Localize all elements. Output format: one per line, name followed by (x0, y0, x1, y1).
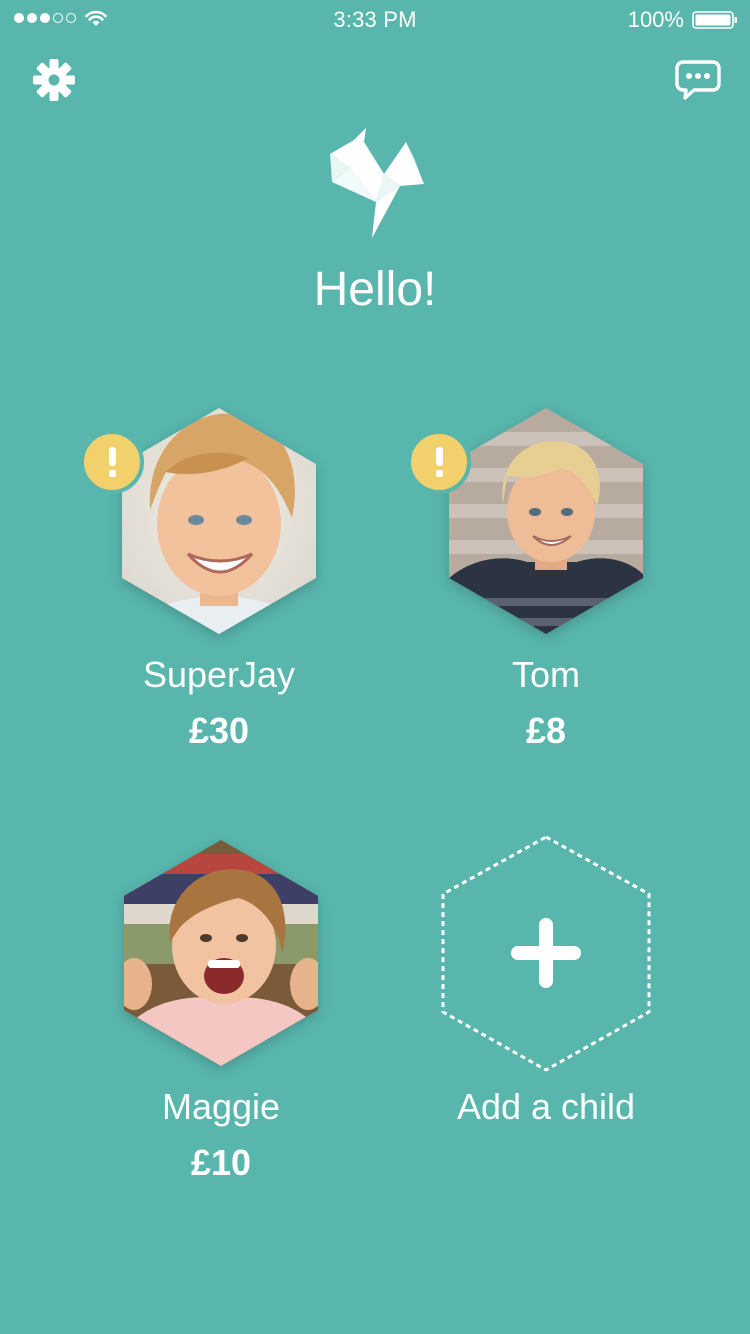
origami-bird-logo (330, 128, 424, 238)
child-card-superjay[interactable]: SuperJay £30 (80, 402, 334, 762)
battery-percentage: 100% (627, 7, 684, 32)
plus-icon (511, 918, 581, 988)
child-balance: £8 (525, 710, 567, 751)
child-card-tom[interactable]: Tom £8 (407, 402, 661, 762)
alert-badge (407, 430, 471, 494)
battery-icon (692, 11, 737, 29)
child-balance: £10 (190, 1142, 252, 1183)
add-child-hexagon (437, 834, 655, 1074)
child-name: Maggie (161, 1086, 281, 1127)
child-name: Tom (511, 654, 580, 695)
status-bar: 3:33 PM 100% (0, 0, 750, 40)
child-avatar (110, 402, 328, 640)
add-child-label: Add a child (456, 1086, 636, 1127)
child-card-maggie[interactable]: Maggie £10 (106, 834, 336, 1194)
child-name: SuperJay (142, 654, 296, 695)
child-balance: £30 (188, 710, 250, 751)
chat-bubble-icon (675, 60, 721, 100)
child-avatar (112, 834, 330, 1072)
chat-button[interactable] (674, 58, 722, 102)
add-child-button[interactable]: Add a child (431, 834, 661, 1194)
child-avatar (437, 402, 655, 640)
alert-badge (80, 430, 144, 494)
greeting-title: Hello! (313, 263, 437, 316)
settings-button[interactable] (30, 56, 78, 104)
alert-exclamation-icon (436, 447, 443, 466)
alert-exclamation-icon (109, 447, 116, 466)
gear-icon (33, 59, 75, 101)
